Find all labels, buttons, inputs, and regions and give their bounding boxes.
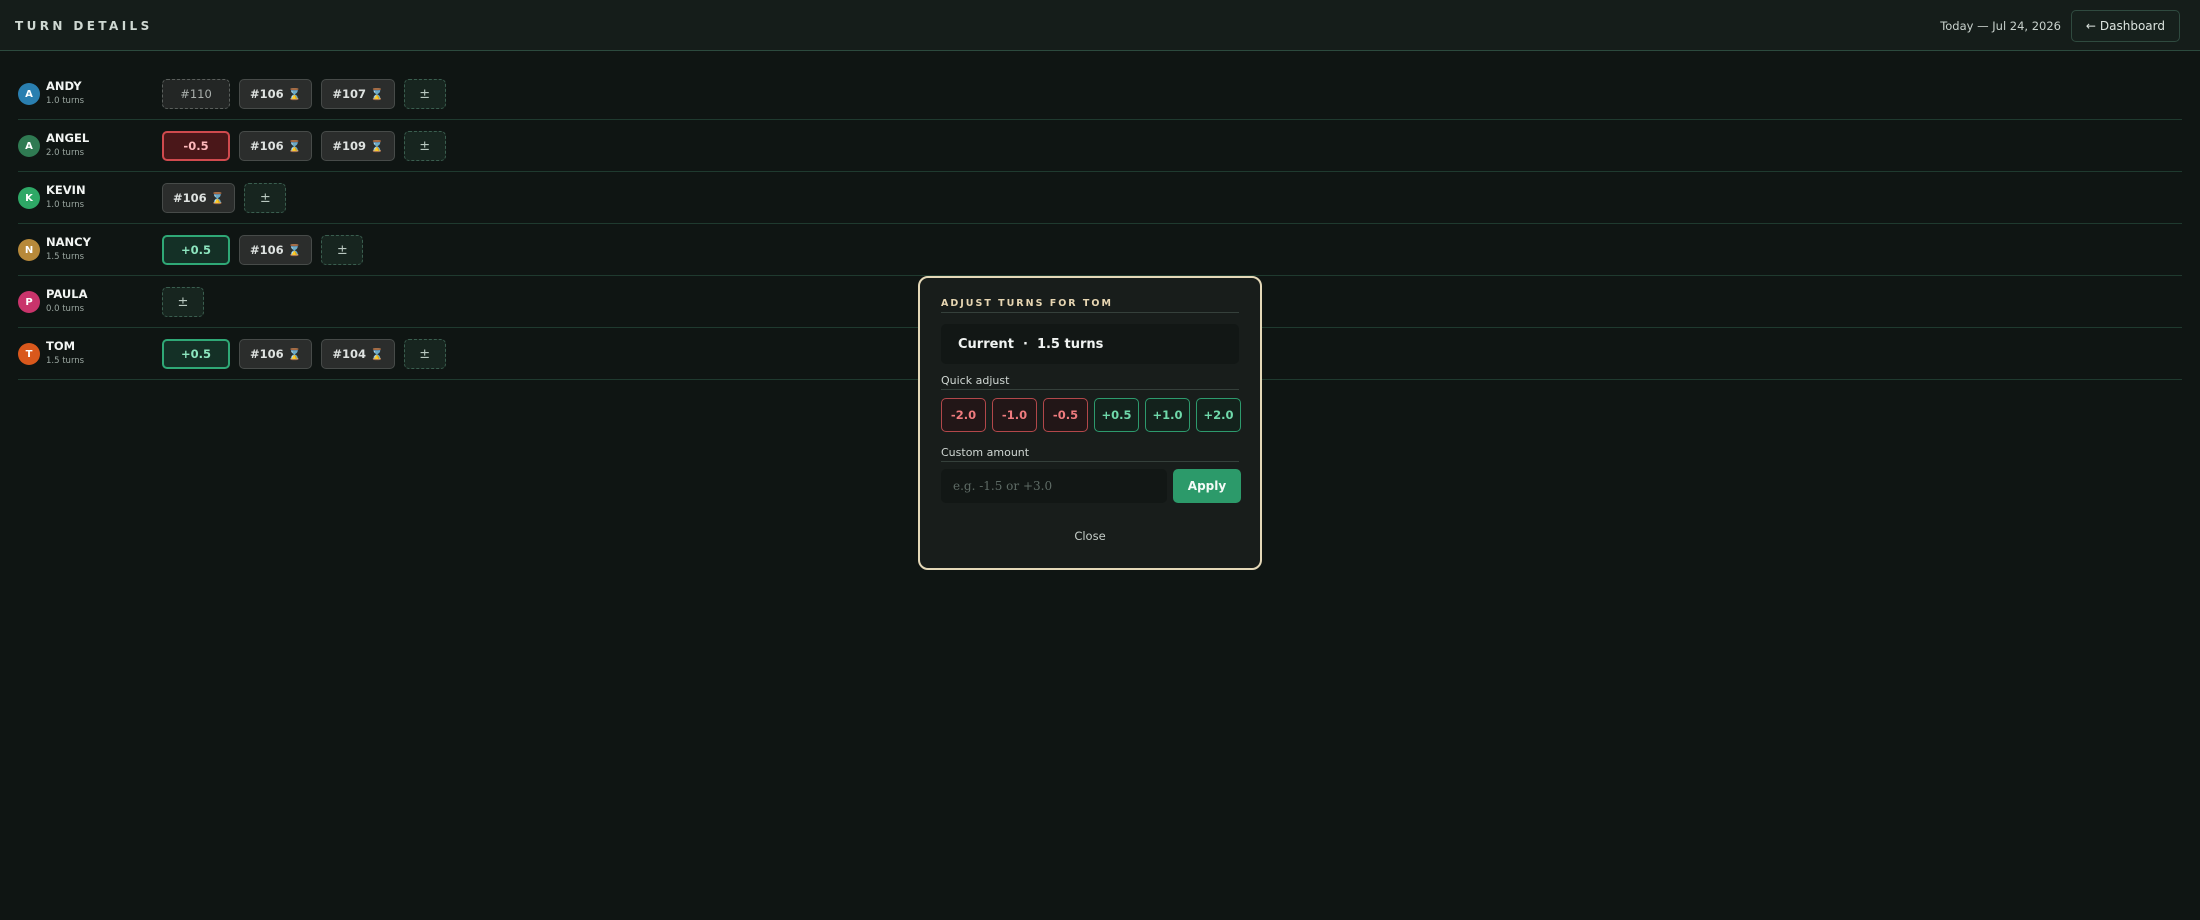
player-turn-count: 0.0 turns xyxy=(46,304,85,314)
player-name: KEVIN xyxy=(46,183,86,197)
avatar: K xyxy=(18,187,40,209)
avatar: T xyxy=(18,343,40,365)
unconfirmed-turn-chip[interactable]: #110 xyxy=(162,79,230,109)
quick-adjust-button[interactable]: -2.0 xyxy=(941,398,986,432)
chip-label: #106 xyxy=(250,347,284,361)
player-row: A ANGEL 2.0 turns -0.5 #106 ⌛ #109 ⌛ ± xyxy=(18,120,2182,172)
close-button[interactable]: Close xyxy=(920,529,1260,543)
player-turn-count: 1.0 turns xyxy=(46,96,85,106)
modal-title: ADJUST TURNS FOR TOM xyxy=(941,298,1113,309)
hourglass-icon: ⌛ xyxy=(287,139,302,153)
modal-divider xyxy=(941,389,1239,390)
pending-turn-chip[interactable]: #106 ⌛ xyxy=(162,183,236,213)
chip-label: #106 xyxy=(250,139,284,153)
pending-turn-chip[interactable]: #106 ⌛ xyxy=(239,339,313,369)
adjust-turns-button[interactable]: ± xyxy=(403,79,446,109)
player-row: K KEVIN 1.0 turns #106 ⌛ ± xyxy=(18,172,2182,224)
positive-adjustment-chip[interactable]: +0.5 xyxy=(162,235,230,265)
chip-label: #107 xyxy=(332,87,367,101)
dashboard-button[interactable]: ← Dashboard xyxy=(2070,10,2180,42)
plus-minus-icon: ± xyxy=(259,190,271,206)
quick-adjust-buttons: -2.0 -1.0 -0.5 +0.5 +1.0 +2.0 xyxy=(941,398,1241,432)
chip-label: #106 xyxy=(173,191,207,205)
player-name: PAULA xyxy=(46,287,88,301)
quick-adjust-button[interactable]: -1.0 xyxy=(992,398,1037,432)
adjust-turns-button[interactable]: ± xyxy=(321,235,364,265)
avatar: P xyxy=(18,291,40,313)
player-turn-count: 1.5 turns xyxy=(46,356,85,366)
player-name: NANCY xyxy=(46,235,91,249)
adjust-turns-button[interactable]: ± xyxy=(244,183,287,213)
pending-turn-chip[interactable]: #104 ⌛ xyxy=(321,339,395,369)
hourglass-icon: ⌛ xyxy=(210,191,225,205)
chip-label: #106 xyxy=(250,243,284,257)
chip-label: #106 xyxy=(250,87,284,101)
pending-turn-chip[interactable]: #106 ⌛ xyxy=(239,235,313,265)
turn-chips: #110 #106 ⌛ #107 ⌛ ± xyxy=(162,79,446,109)
hourglass-icon: ⌛ xyxy=(370,139,384,153)
player-name: ANDY xyxy=(46,79,82,93)
chip-label: #109 xyxy=(332,139,367,153)
player-name: ANGEL xyxy=(46,131,90,145)
plus-minus-icon: ± xyxy=(177,294,189,310)
hourglass-icon: ⌛ xyxy=(287,243,302,257)
adjust-turns-modal: ADJUST TURNS FOR TOM Current · 1.5 turns… xyxy=(918,276,1262,570)
arrow-left-icon: ← xyxy=(2085,19,2096,33)
quick-adjust-button[interactable]: +1.0 xyxy=(1145,398,1190,432)
player-row: A ANDY 1.0 turns #110 #106 ⌛ #107 ⌛ ± xyxy=(18,68,2182,120)
turn-chips: ± xyxy=(162,287,204,317)
negative-adjustment-chip[interactable]: -0.5 xyxy=(162,131,230,161)
pending-turn-chip[interactable]: #106 ⌛ xyxy=(239,131,313,161)
avatar: N xyxy=(18,239,40,261)
adjust-turns-button[interactable]: ± xyxy=(403,131,446,161)
player-row: N NANCY 1.5 turns +0.5 #106 ⌛ ± xyxy=(18,224,2182,276)
plus-minus-icon: ± xyxy=(419,346,431,362)
turn-chips: +0.5 #106 ⌛ #104 ⌛ ± xyxy=(162,339,446,369)
chip-label: +0.5 xyxy=(180,243,211,257)
avatar: A xyxy=(18,83,40,105)
turn-chips: +0.5 #106 ⌛ ± xyxy=(162,235,364,265)
plus-minus-icon: ± xyxy=(419,86,431,102)
hourglass-icon: ⌛ xyxy=(370,87,384,101)
custom-amount-label: Custom amount xyxy=(941,446,1030,459)
hourglass-icon: ⌛ xyxy=(287,347,302,361)
plus-minus-icon: ± xyxy=(336,242,348,258)
positive-adjustment-chip[interactable]: +0.5 xyxy=(162,339,230,369)
hourglass-icon: ⌛ xyxy=(370,347,384,361)
quick-adjust-button[interactable]: +2.0 xyxy=(1196,398,1241,432)
quick-adjust-button[interactable]: -0.5 xyxy=(1043,398,1088,432)
custom-amount-input[interactable] xyxy=(941,469,1167,503)
player-turn-count: 2.0 turns xyxy=(46,148,85,158)
chip-label: #104 xyxy=(332,347,367,361)
modal-divider xyxy=(941,461,1239,462)
date-label: Today — Jul 24, 2026 xyxy=(1940,19,2061,33)
plus-minus-icon: ± xyxy=(419,138,431,154)
hourglass-icon: ⌛ xyxy=(287,87,302,101)
top-bar: TURN DETAILS Today — Jul 24, 2026 ← Dash… xyxy=(0,0,2200,51)
player-turn-count: 1.0 turns xyxy=(46,200,85,210)
adjust-turns-button[interactable]: ± xyxy=(162,287,204,317)
page-title: TURN DETAILS xyxy=(15,19,153,33)
chip-label: -0.5 xyxy=(183,139,209,153)
player-name: TOM xyxy=(46,339,76,353)
modal-divider xyxy=(941,312,1239,313)
avatar: A xyxy=(18,135,40,157)
chip-label: #110 xyxy=(180,87,212,101)
player-turn-count: 1.5 turns xyxy=(46,252,85,262)
pending-turn-chip[interactable]: #106 ⌛ xyxy=(239,79,313,109)
quick-adjust-label: Quick adjust xyxy=(941,374,1010,387)
apply-button[interactable]: Apply xyxy=(1173,469,1241,503)
current-turns-display: Current · 1.5 turns xyxy=(941,324,1239,364)
quick-adjust-button[interactable]: +0.5 xyxy=(1094,398,1139,432)
chip-label: +0.5 xyxy=(180,347,211,361)
turn-chips: -0.5 #106 ⌛ #109 ⌛ ± xyxy=(162,131,446,161)
pending-turn-chip[interactable]: #109 ⌛ xyxy=(321,131,395,161)
dashboard-button-label: Dashboard xyxy=(2099,19,2165,33)
turn-chips: #106 ⌛ ± xyxy=(162,183,287,213)
pending-turn-chip[interactable]: #107 ⌛ xyxy=(321,79,395,109)
adjust-turns-button[interactable]: ± xyxy=(403,339,446,369)
